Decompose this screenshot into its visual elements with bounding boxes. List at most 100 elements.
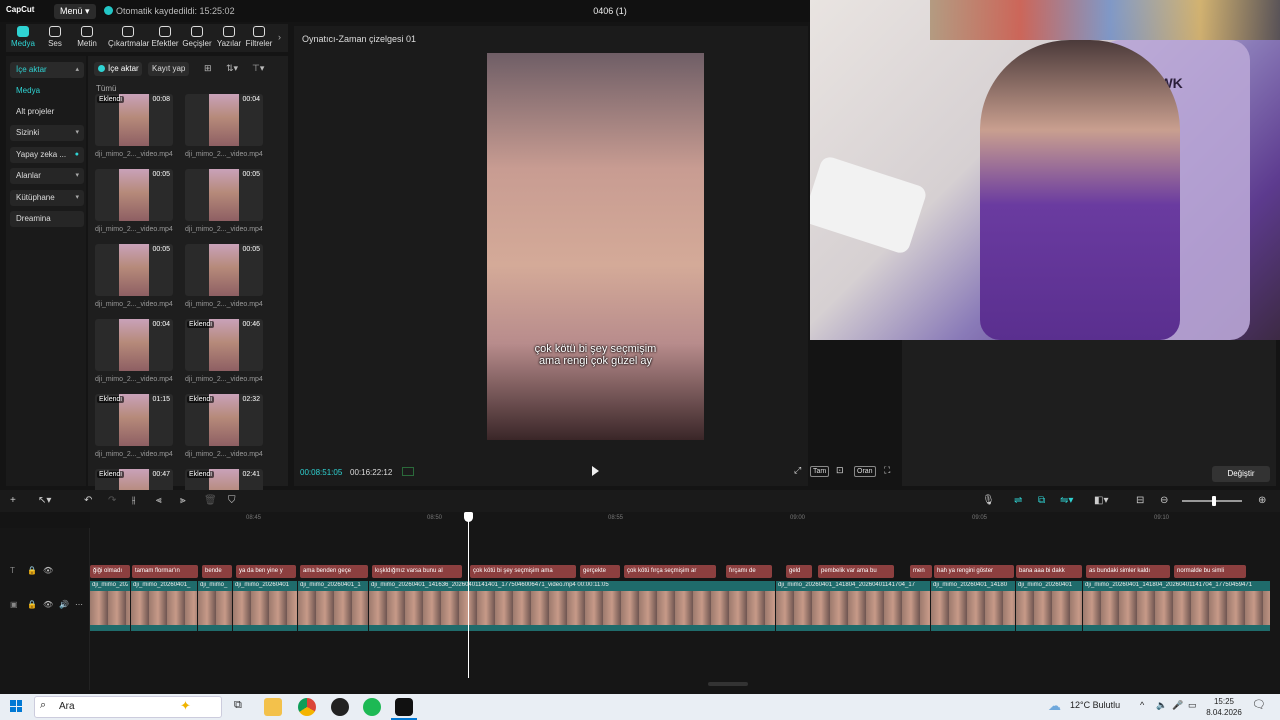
text-clip[interactable]: men [910,565,932,578]
filter-icon[interactable]: ⊤▾ [252,63,264,74]
video-clip[interactable] [233,581,297,631]
media-clip[interactable]: 00:05 [185,244,263,296]
ratio-button[interactable]: Oran [854,466,876,477]
video-preview[interactable]: çok kötü bi şey seçmişim ama rengi çok g… [487,53,704,440]
notifications-icon[interactable]: 🗨 [1252,698,1266,711]
text-clip[interactable]: geld [786,565,812,578]
text-clip[interactable]: çok kötü fırça seçmişim ar [624,565,716,578]
split-left-icon[interactable]: ⫷ [156,495,162,506]
sidebar-item-dreamina[interactable]: Dreamina [10,211,84,227]
tab-transitions[interactable]: Geçişler [180,26,214,48]
media-clip[interactable]: 00:05 [95,169,173,221]
media-clip[interactable]: 00:05 [185,169,263,221]
weather-text[interactable]: 12°C Bulutlu [1070,700,1120,710]
file-explorer-icon[interactable] [264,698,282,716]
eye-icon[interactable]: 👁 [43,600,53,609]
video-clip[interactable] [931,581,1015,631]
lock-icon[interactable]: 🔒 [27,600,37,609]
timeline-ruler[interactable]: 08:45 08:50 08:55 09:00 09:05 09:10 [90,512,1280,528]
video-clip[interactable] [198,581,232,631]
text-clip[interactable]: bende [202,565,232,578]
horizontal-scrollbar[interactable] [708,682,748,686]
redo-icon[interactable]: ↷ [108,495,116,506]
video-clip[interactable] [369,581,775,631]
sidebar-item-import[interactable]: İçe aktar ▴ [10,62,84,78]
grid-view-icon[interactable]: ⊞ [204,63,212,74]
magnet-icon[interactable]: ⇌ [1014,495,1022,506]
chrome-icon[interactable] [298,698,316,716]
select-tool-icon[interactable]: ↖▾ [38,495,51,506]
text-clip[interactable]: ğiği olmadı [90,565,130,578]
fullscreen-icon[interactable]: ⛶ [882,466,892,475]
text-clip[interactable]: fırçamı de [726,565,772,578]
text-clip[interactable]: gerçekte [580,565,620,578]
speaker-icon[interactable]: 🔈 [1156,700,1167,711]
preview-axis-icon[interactable]: ⇋▾ [1060,495,1073,506]
obs-icon[interactable] [331,698,349,716]
more-icon[interactable]: ⋯ [75,600,83,609]
media-clip[interactable]: 00:04 [95,319,173,371]
chevron-right-icon[interactable]: › [278,32,281,42]
text-clip[interactable]: çok kötü bi şey seçmişim ama [470,565,576,578]
sidebar-item-ai[interactable]: Yapay zeka ... ● [10,147,84,163]
sidebar-item-spaces[interactable]: Alanlar ▾ [10,168,84,184]
text-clip[interactable]: normalde bu simli [1174,565,1246,578]
windows-start-icon[interactable] [10,700,22,712]
video-clip[interactable] [90,581,130,631]
shield-icon[interactable]: ⛉ [228,495,236,506]
media-clip[interactable]: 01:15 Eklendi [95,394,173,446]
import-button[interactable]: İçe aktar [94,62,142,76]
sidebar-item-library[interactable]: Kütüphane ▾ [10,190,84,206]
record-button[interactable]: Kayıt yap [148,62,190,76]
snapshot-icon[interactable]: ⊡ [834,466,846,475]
network-icon[interactable]: ▭ [1188,700,1197,711]
clock[interactable]: 15:25 8.04.2026 [1204,696,1244,718]
eye-icon[interactable]: 👁 [43,566,53,575]
add-icon[interactable]: + [10,495,16,506]
tab-effects[interactable]: Efektler [148,26,182,48]
video-clip[interactable] [776,581,930,631]
menu-button[interactable]: Menü ▾ [54,4,96,19]
zoom-in-icon[interactable]: ⊕ [1258,495,1266,506]
sort-icon[interactable]: ⇅▾ [226,63,238,74]
text-clip[interactable]: kışkldığmız varsa bunu al [372,565,462,578]
microphone-icon[interactable]: 🎙 [982,495,995,506]
split-icon[interactable]: ⫲ [132,495,135,506]
compare-icon[interactable]: ◧▾ [1094,495,1108,506]
taskbar-search[interactable]: Ara [34,696,222,718]
video-clip[interactable] [131,581,197,631]
task-view-icon[interactable]: ⧉ [234,699,242,712]
text-clip[interactable]: as bundaki simler kaldı [1086,565,1170,578]
zoom-out-icon[interactable]: ⊖ [1160,495,1168,506]
video-clip[interactable] [1016,581,1082,631]
tab-text[interactable]: Metin [70,26,104,48]
play-button[interactable] [592,466,599,476]
lock-icon[interactable]: 🔒 [27,566,37,575]
video-clip[interactable] [298,581,368,631]
text-clip[interactable]: pembelik var ama bu [818,565,894,578]
microphone-icon[interactable]: 🎤 [1172,700,1183,711]
media-clip[interactable]: 02:32 Eklendi [185,394,263,446]
tab-filters[interactable]: Filtreler [244,26,274,48]
zoom-slider-handle[interactable] [1212,496,1216,506]
text-clip[interactable]: ya da ben yine y [236,565,296,578]
change-button[interactable]: Değiştir [1212,466,1270,482]
caption-icon[interactable]: ⊟ [1136,495,1144,506]
sidebar-item-yours[interactable]: Sizinki ▾ [10,125,84,141]
tab-stickers[interactable]: Çıkartmalar [108,26,149,48]
sidebar-item-media[interactable]: Medya [10,83,84,99]
tab-captions[interactable]: Yazılar [212,26,246,48]
playhead-handle[interactable] [464,512,473,522]
tab-audio[interactable]: Ses [38,26,72,48]
text-clip[interactable]: tamam flormar'ın [132,565,198,578]
delete-icon[interactable]: 🗑 [204,495,217,506]
tab-media[interactable]: Medya [6,26,40,48]
media-clip[interactable]: 00:46 Eklendi [185,319,263,371]
chevron-up-icon[interactable]: ^ [1140,700,1144,710]
media-clip[interactable]: 00:05 [95,244,173,296]
sidebar-item-subprojects[interactable]: Alt projeler [10,104,84,120]
screen-reframe-icon[interactable]: ⤢ [792,466,803,475]
capcut-app-icon[interactable] [395,698,413,716]
media-clip[interactable]: 00:08 Eklendi [95,94,173,146]
link-icon[interactable]: ⧉ [1038,495,1045,506]
